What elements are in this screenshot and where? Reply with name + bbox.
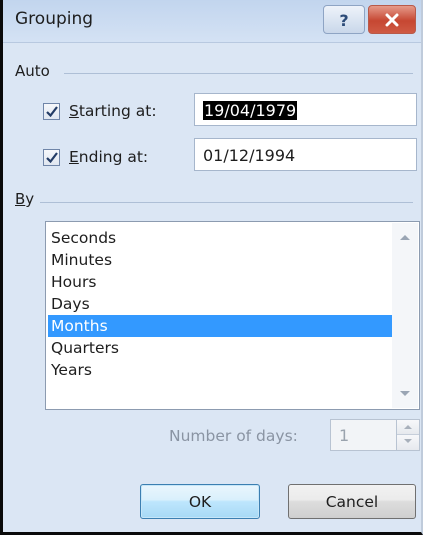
list-item[interactable]: Minutes (48, 249, 394, 271)
stepper-buttons (396, 420, 419, 450)
stepper-up-button[interactable] (397, 420, 419, 435)
number-of-days-stepper[interactable]: 1 (330, 419, 420, 451)
starting-at-checkbox[interactable] (43, 102, 60, 120)
chevron-up-icon (404, 425, 412, 429)
help-button[interactable]: ? (323, 5, 365, 34)
dialog-body: Auto Starting at: 19/04/1979 Ending at: … (3, 43, 421, 532)
stepper-down-button[interactable] (397, 435, 419, 450)
grouping-dialog: Grouping ? Auto Starting at: 19/04/1979 (0, 0, 423, 535)
ending-at-row: Ending at: (43, 148, 148, 166)
question-mark-icon: ? (339, 11, 348, 29)
checkmark-icon (45, 105, 58, 117)
chevron-down-icon (404, 439, 412, 443)
ending-at-value: 01/12/1994 (203, 146, 296, 165)
list-item[interactable]: Hours (48, 271, 394, 293)
scroll-up-arrow-icon[interactable] (400, 235, 410, 240)
listbox-scrollbar[interactable] (392, 223, 418, 408)
auto-group-divider (64, 73, 413, 74)
scroll-down-arrow-icon[interactable] (400, 391, 410, 396)
title-bar[interactable]: Grouping ? (3, 0, 421, 43)
number-of-days-label: Number of days: (169, 427, 298, 445)
close-x-icon (385, 13, 399, 26)
number-of-days-value: 1 (339, 426, 350, 445)
list-item[interactable]: Seconds (48, 227, 394, 249)
list-item[interactable]: Years (48, 359, 394, 381)
list-item[interactable]: Days (48, 293, 394, 315)
by-group-label: By (15, 190, 35, 208)
checkmark-icon (45, 151, 58, 163)
starting-at-row: Starting at: (43, 102, 157, 120)
by-listbox[interactable]: Seconds Minutes Hours Days Months Quarte… (45, 221, 420, 410)
dialog-title: Grouping (15, 9, 94, 29)
close-button[interactable] (368, 5, 416, 34)
starting-at-label: Starting at: (69, 102, 157, 120)
ending-at-input[interactable]: 01/12/1994 (194, 138, 417, 171)
auto-group-label: Auto (15, 62, 50, 80)
ok-button[interactable]: OK (140, 484, 260, 519)
ending-at-label: Ending at: (69, 148, 149, 166)
starting-at-input[interactable]: 19/04/1979 (194, 93, 417, 126)
list-item-selected[interactable]: Months (48, 315, 394, 337)
starting-at-value: 19/04/1979 (203, 101, 298, 120)
list-item[interactable]: Quarters (48, 337, 394, 359)
svg-text:?: ? (339, 11, 348, 29)
ending-at-checkbox[interactable] (43, 148, 60, 166)
cancel-button[interactable]: Cancel (288, 484, 416, 519)
by-group-divider (40, 202, 413, 203)
